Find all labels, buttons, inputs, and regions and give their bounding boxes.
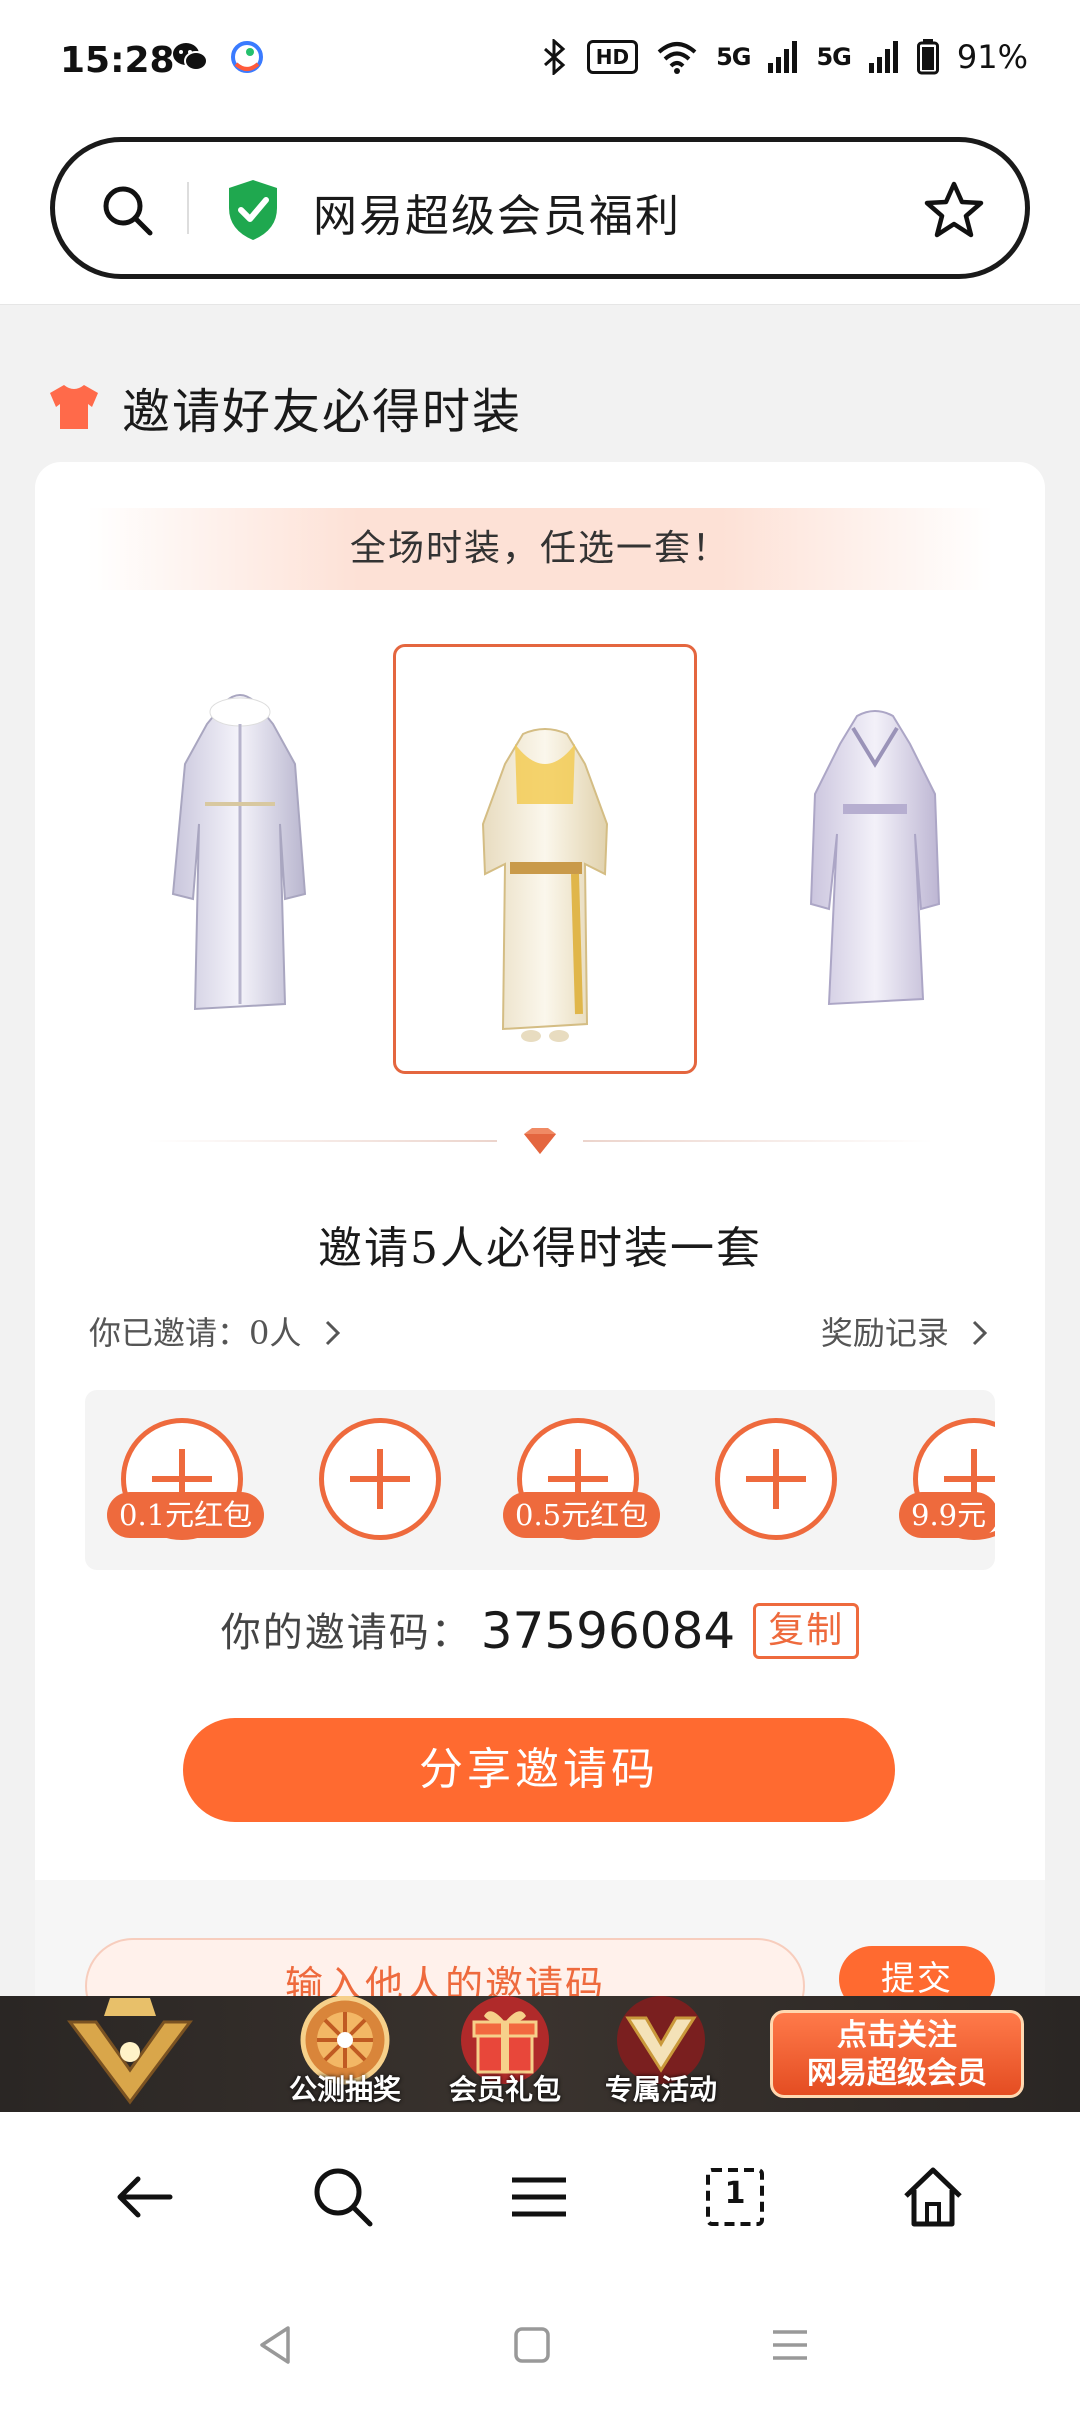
promo-label-event: 专属活动	[604, 2073, 717, 2106]
ornament-divider	[147, 1126, 933, 1156]
rewards-record-link[interactable]: 奖励记录	[821, 1308, 991, 1354]
tabs-count: 1	[724, 2176, 746, 2211]
address-bar-container: 网易超级会员福利	[0, 120, 1080, 305]
invited-count-link[interactable]: 你已邀请：0人	[89, 1308, 344, 1354]
shirt-icon	[50, 385, 98, 429]
wechat-icon	[173, 43, 208, 71]
home-icon[interactable]	[898, 2162, 968, 2232]
shield-check-icon[interactable]	[225, 178, 281, 242]
invite-card: 全场时装，任选一套！ 邀请5人必得时装一套 你已邀请：0人 奖励记录 0.1元红…	[35, 462, 1045, 2034]
bluetooth-icon	[543, 39, 565, 75]
tabs-button[interactable]: 1	[700, 2162, 770, 2232]
status-app-icons	[172, 40, 264, 74]
follow-vip-line1: 点击关注	[837, 2018, 957, 2053]
outfit-carousel[interactable]	[35, 644, 1045, 1074]
status-bar: 15:28 HD 5G 5G 91%	[0, 0, 1080, 120]
address-bar[interactable]: 网易超级会员福利	[50, 137, 1030, 279]
nav-back-icon[interactable]	[250, 2320, 300, 2370]
netease-vip-logo	[67, 1998, 193, 2105]
rewards-record-label: 奖励记录	[820, 1314, 949, 1352]
status-time: 15:28	[60, 40, 175, 81]
invite-code-value: 37596084	[480, 1602, 736, 1660]
signal-5g-1: 5G	[716, 43, 751, 71]
promo-item-lottery[interactable]: 公测抽奖	[280, 1996, 410, 2112]
invite-slot-4[interactable]	[715, 1418, 837, 1540]
outfit-option-3[interactable]	[795, 704, 955, 1024]
invite-slots: 0.1元红包 0.5元红包 9.9元	[85, 1390, 995, 1570]
promo-label-lottery: 公测抽奖	[288, 2073, 401, 2106]
nav-recents-icon[interactable]	[765, 2320, 815, 2370]
back-arrow-icon[interactable]	[110, 2162, 180, 2232]
hd-badge: HD	[586, 40, 639, 74]
divider-line-left	[147, 1140, 497, 1142]
page-title[interactable]: 网易超级会员福利	[313, 180, 681, 244]
slot-reward-tag-1: 0.1元红包	[107, 1492, 265, 1538]
share-code-button[interactable]: 分享邀请码	[183, 1718, 895, 1822]
promo-banner-text: 全场时装，任选一套！	[87, 508, 993, 590]
invite-code-label: 你的邀请码：	[220, 1610, 473, 1656]
outfit-option-2[interactable]	[455, 724, 635, 1054]
slot-reward-tag-5: 9.9元	[899, 1492, 995, 1538]
invite-code-row: 你的邀请码： 37596084 复制	[35, 1600, 1045, 1660]
nav-home-icon[interactable]	[507, 2320, 557, 2370]
outfit-option-1[interactable]	[155, 684, 325, 1024]
section-header: 邀请好友必得时装	[46, 372, 522, 442]
chevron-right-icon	[972, 1320, 988, 1346]
signal-bars-icon	[868, 41, 898, 73]
section-title: 邀请好友必得时装	[122, 384, 523, 440]
chevron-right-icon	[325, 1320, 340, 1346]
follow-vip-line2: 网易超级会员	[807, 2056, 987, 2091]
search-icon[interactable]	[99, 182, 155, 238]
battery-icon	[916, 39, 939, 75]
promo-banner[interactable]: 公测抽奖 会员礼包 专属活动 点击关注 网易超级会员	[0, 1996, 1080, 2112]
signal-5g-2: 5G	[816, 43, 851, 71]
invited-count-label: 你已邀请：0人	[89, 1314, 302, 1352]
browser-toolbar: 1	[0, 2112, 1080, 2280]
copy-button[interactable]: 复制	[753, 1603, 860, 1659]
system-navigation-bar	[0, 2280, 1080, 2412]
promo-label-gift: 会员礼包	[448, 2073, 561, 2106]
diamond-ornament-icon	[524, 1128, 556, 1154]
battery-level: 91%	[956, 38, 1028, 76]
menu-icon[interactable]	[504, 2162, 574, 2232]
bookmark-star-icon[interactable]	[923, 180, 985, 240]
slot-reward-tag-3: 0.5元红包	[503, 1492, 661, 1538]
promo-item-event[interactable]: 专属活动	[596, 1996, 726, 2112]
wifi-icon	[657, 42, 697, 74]
search-icon[interactable]	[308, 2162, 378, 2232]
divider-line-right	[583, 1140, 933, 1142]
address-divider	[187, 182, 189, 234]
status-right: HD 5G 5G 91%	[541, 38, 1028, 76]
promo-item-gift[interactable]: 会员礼包	[440, 1996, 570, 2112]
follow-vip-button[interactable]: 点击关注 网易超级会员	[770, 2010, 1024, 2098]
app-icon	[231, 41, 263, 73]
signal-bars-icon	[768, 41, 798, 73]
invite-slot-2[interactable]	[319, 1418, 441, 1540]
invite-goal-title: 邀请5人必得时装一套	[318, 1223, 762, 1274]
